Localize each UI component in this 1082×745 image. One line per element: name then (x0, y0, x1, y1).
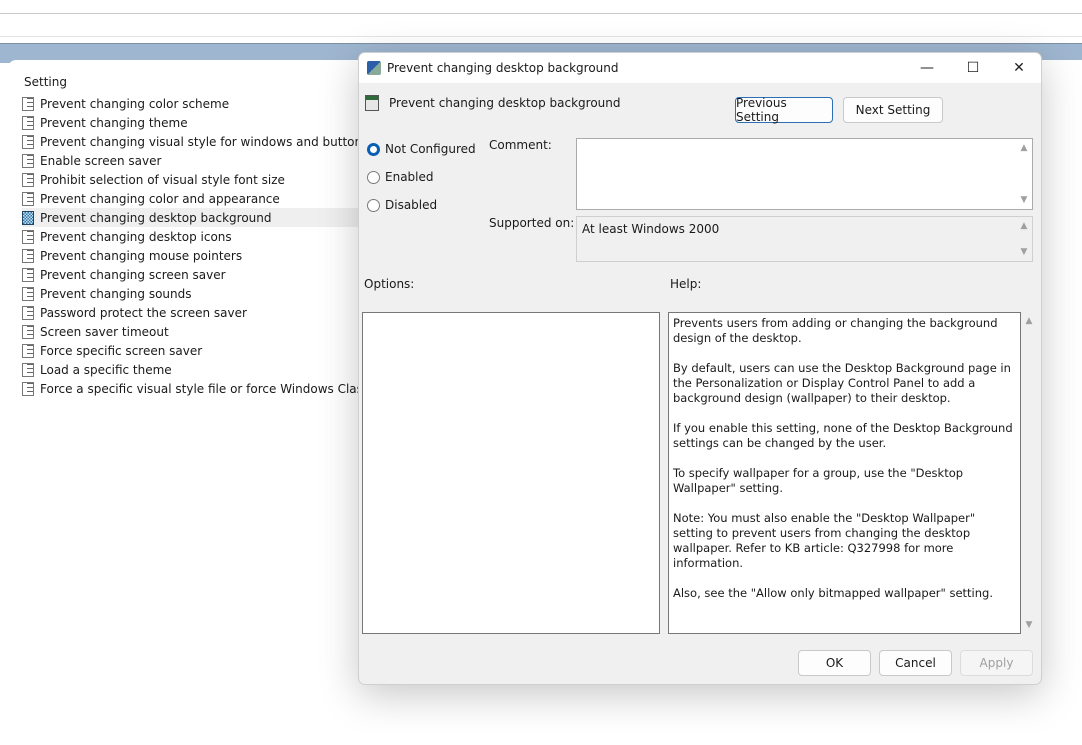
list-item-label: Prohibit selection of visual style font … (40, 172, 285, 187)
list-item-label: Prevent changing sounds (40, 286, 192, 301)
title-bar: Prevent changing desktop background — ☐ … (359, 53, 1041, 83)
policy-title: Prevent changing desktop background (389, 96, 621, 110)
policy-setting-icon (22, 96, 34, 111)
list-item-label: Prevent changing theme (40, 115, 188, 130)
supported-on-label: Supported on: (489, 216, 575, 230)
list-item[interactable]: Prohibit selection of visual style font … (22, 170, 358, 189)
scroll-down-icon[interactable]: ▼ (1021, 247, 1028, 257)
scroll-down-icon[interactable]: ▼ (1026, 620, 1033, 630)
supported-on-value: At least Windows 2000 (582, 222, 720, 236)
list-item-label: Prevent changing screen saver (40, 267, 226, 282)
list-item[interactable]: Password protect the screen saver (22, 303, 358, 322)
policy-setting-icon (22, 134, 34, 149)
settings-list: Prevent changing color scheme Prevent cha… (22, 94, 379, 398)
list-item-label: Enable screen saver (40, 153, 162, 168)
comment-label: Comment: (489, 138, 552, 152)
radio-label: Not Configured (385, 142, 476, 156)
list-item[interactable]: Enable screen saver (22, 151, 358, 170)
radio-circle[interactable] (367, 170, 380, 184)
previous-setting-button[interactable]: Previous Setting (735, 96, 833, 124)
list-item-label: Prevent changing desktop background (40, 210, 272, 225)
column-header-setting[interactable]: Setting (24, 75, 67, 89)
supported-scrollbar[interactable]: ▲ ▼ (1016, 217, 1032, 261)
list-item-label: Force specific screen saver (40, 343, 203, 358)
scroll-up-icon[interactable]: ▲ (1021, 221, 1028, 231)
next-setting-button[interactable]: Next Setting (843, 97, 943, 123)
app-icon (367, 61, 381, 75)
policy-setting-icon (22, 115, 34, 130)
window-title: Prevent changing desktop background (387, 61, 619, 75)
supported-on-field: At least Windows 2000 ▲ ▼ (576, 216, 1033, 262)
policy-setting-icon (22, 286, 34, 301)
scroll-up-icon[interactable]: ▲ (1021, 143, 1028, 153)
policy-setting-icon (22, 343, 34, 358)
list-item-label: Screen saver timeout (40, 324, 169, 339)
radio-label: Disabled (385, 198, 438, 212)
policy-setting-icon (22, 362, 34, 377)
ok-button[interactable]: OK (798, 650, 871, 676)
list-item-label: Prevent changing desktop icons (40, 229, 232, 244)
radio-enabled[interactable]: Enabled (367, 170, 434, 184)
cancel-button[interactable]: Cancel (879, 650, 952, 676)
list-item-label: Prevent changing color and appearance (40, 191, 280, 206)
list-item[interactable]: Prevent changing desktop background (22, 208, 358, 227)
list-item[interactable]: Force a specific visual style file or fo… (22, 379, 379, 398)
policy-setting-icon (22, 229, 34, 244)
options-label: Options: (364, 277, 415, 291)
radio-disabled[interactable]: Disabled (367, 198, 437, 212)
policy-setting-icon (22, 248, 34, 263)
maximize-button[interactable]: ☐ (950, 53, 996, 83)
list-item[interactable]: Load a specific theme (22, 360, 358, 379)
list-item-label: Prevent changing mouse pointers (40, 248, 243, 263)
options-panel (362, 312, 660, 634)
list-item[interactable]: Prevent changing screen saver (22, 265, 358, 284)
help-text: Prevents users from adding or changing t… (668, 312, 1021, 634)
radio-label: Enabled (385, 170, 434, 184)
toolbar-divider (0, 36, 1082, 37)
policy-setting-icon (22, 172, 34, 187)
policy-icon (365, 95, 379, 111)
apply-button[interactable]: Apply (960, 650, 1033, 676)
radio-circle[interactable] (367, 142, 380, 156)
policy-setting-icon (22, 267, 34, 282)
scroll-down-icon[interactable]: ▼ (1021, 195, 1028, 205)
policy-dialog: Prevent changing desktop background — ☐ … (358, 52, 1042, 685)
close-button[interactable]: ✕ (996, 53, 1041, 83)
comment-scrollbar[interactable]: ▲ ▼ (1016, 139, 1032, 209)
policy-setting-icon (22, 381, 34, 396)
list-item[interactable]: Prevent changing color and appearance (22, 189, 358, 208)
list-item-label: Load a specific theme (40, 362, 172, 377)
policy-setting-icon (22, 324, 34, 339)
toolbar-divider (0, 13, 1082, 14)
policy-setting-icon (22, 153, 34, 168)
list-item[interactable]: Prevent changing theme (22, 113, 358, 132)
policy-setting-icon (22, 305, 34, 320)
list-item[interactable]: Prevent changing visual style for window… (22, 132, 368, 151)
help-label: Help: (670, 277, 702, 291)
list-item[interactable]: Prevent changing color scheme (22, 94, 358, 113)
comment-textarea[interactable]: ▲ ▼ (576, 138, 1033, 210)
policy-setting-icon (22, 191, 34, 206)
radio-not-configured[interactable]: Not Configured (367, 142, 476, 156)
list-item[interactable]: Screen saver timeout (22, 322, 358, 341)
minimize-button[interactable]: — (904, 53, 950, 83)
list-item-label: Force a specific visual style file or fo… (40, 381, 380, 396)
list-item-label: Prevent changing visual style for window… (40, 134, 369, 149)
policy-setting-icon (22, 210, 34, 225)
list-item[interactable]: Prevent changing sounds (22, 284, 358, 303)
help-scrollbar[interactable]: ▲ ▼ (1021, 312, 1037, 634)
radio-circle[interactable] (367, 198, 380, 212)
list-item-label: Password protect the screen saver (40, 305, 247, 320)
list-item[interactable]: Prevent changing desktop icons (22, 227, 358, 246)
list-item[interactable]: Force specific screen saver (22, 341, 358, 360)
list-item-label: Prevent changing color scheme (40, 96, 230, 111)
list-item[interactable]: Prevent changing mouse pointers (22, 246, 358, 265)
scroll-up-icon[interactable]: ▲ (1026, 316, 1033, 326)
